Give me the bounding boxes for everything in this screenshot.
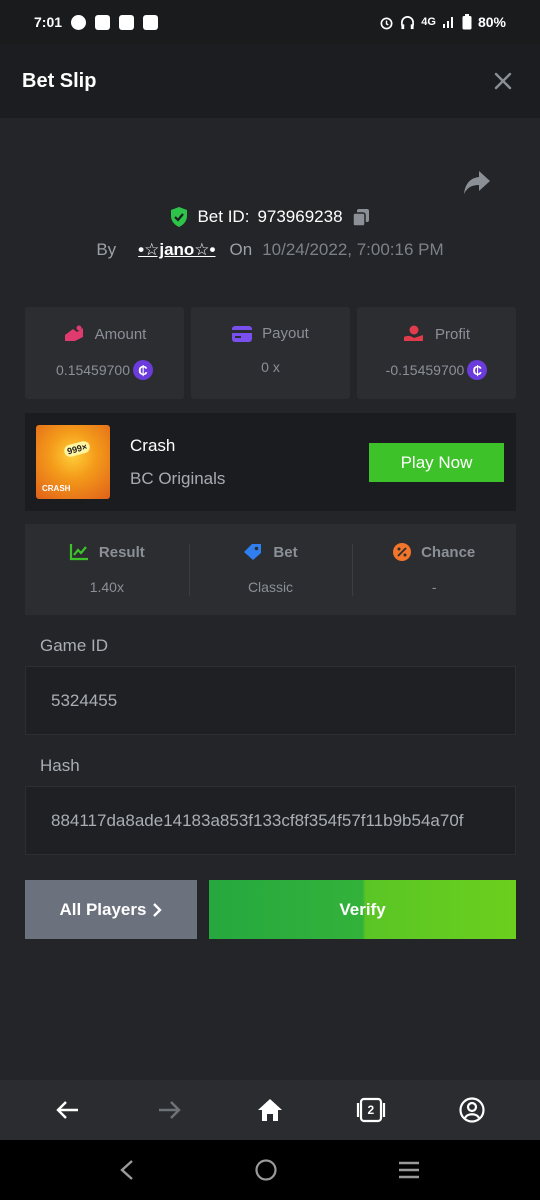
profit-card: Profit -0.15459700 ₵ [357, 307, 516, 399]
tab-count: 2 [367, 1103, 375, 1117]
coin-icon: ₵ [467, 360, 488, 380]
battery-level: 80% [477, 14, 506, 30]
back-button[interactable] [48, 1090, 88, 1130]
profit-value: -0.15459700 [385, 362, 465, 378]
home-icon [257, 1099, 282, 1121]
browser-toolbar: 2 [0, 1080, 540, 1140]
amount-icon [64, 325, 83, 341]
game-id-label: Game ID [40, 636, 109, 655]
page-title: Bet Slip [22, 69, 97, 92]
bet-value: Classic [247, 579, 294, 595]
user-link[interactable]: •☆jano☆• [138, 240, 215, 260]
battery-icon [462, 14, 472, 30]
bet-details: Result 1.40x Bet Classic Chance - [25, 524, 516, 615]
nav-back-icon[interactable] [119, 1159, 135, 1181]
mail-icon [143, 14, 159, 30]
arrow-left-icon [56, 1101, 79, 1119]
facebook-icon [119, 14, 135, 30]
crash-game-thumbnail[interactable]: 999× CRASH [36, 425, 110, 499]
tabs-button[interactable]: 2 [351, 1090, 391, 1130]
result-chart-icon [69, 544, 88, 561]
bet-tag-icon [244, 544, 262, 560]
bet-id-value: 973969238 [257, 207, 343, 226]
game-id-field[interactable]: 5324455 [25, 666, 516, 735]
close-button[interactable] [488, 66, 518, 96]
profile-button[interactable] [452, 1090, 492, 1130]
status-time: 7:01 [34, 14, 63, 30]
facebook-icon [95, 14, 111, 30]
chance-value: - [431, 579, 437, 595]
chat-icon [71, 14, 87, 30]
by-label: By [96, 240, 117, 259]
bet-owner-row: By •☆jano☆• On 10/24/2022, 7:00:16 PM [0, 240, 540, 260]
payout-card: Payout 0 x [191, 307, 350, 399]
headphones-icon [401, 15, 415, 29]
nav-home-icon[interactable] [254, 1158, 278, 1182]
play-now-button[interactable]: Play Now [369, 443, 504, 482]
payout-label: Payout [262, 325, 309, 342]
chance-column: Chance - [352, 524, 516, 615]
share-icon [464, 171, 490, 194]
coin-icon: ₵ [132, 360, 153, 380]
profit-label: Profit [434, 325, 470, 343]
on-label: On [229, 240, 253, 259]
amount-value: 0.15459700 [56, 362, 130, 378]
chevron-right-icon [153, 902, 163, 917]
chance-label: Chance [421, 543, 476, 561]
thumb-tag: CRASH [42, 484, 71, 493]
hash-field[interactable]: 884117da8ade14183a853f133cf8f354f57f11b9… [25, 786, 516, 855]
game-provider: BC Originals [130, 468, 226, 488]
forward-button[interactable] [149, 1090, 189, 1130]
bet-date: 10/24/2022, 7:00:16 PM [262, 240, 444, 259]
system-navigation [0, 1140, 540, 1200]
payout-icon [232, 325, 253, 342]
amount-label: Amount [94, 325, 147, 343]
status-bar: 7:01 4G 80% [0, 0, 540, 44]
game-card: 999× CRASH Crash BC Originals Play Now [25, 413, 516, 511]
result-column: Result 1.40x [25, 524, 189, 615]
share-button[interactable] [462, 168, 494, 198]
bet-id-label: Bet ID: [197, 207, 250, 226]
close-icon [494, 72, 512, 90]
home-button[interactable] [250, 1090, 290, 1130]
shield-check-icon [171, 207, 188, 227]
result-value: 1.40x [89, 579, 124, 595]
payout-value: 0 x [261, 359, 280, 375]
copy-icon[interactable] [351, 207, 371, 227]
game-name: Crash [130, 435, 176, 455]
bet-label: Bet [273, 543, 298, 561]
verify-button[interactable]: Verify [209, 880, 516, 939]
bet-slip-header: Bet Slip [0, 44, 540, 118]
bet-stats: Amount 0.15459700 ₵ Payout 0 x Profit -0… [25, 307, 516, 399]
arrow-right-icon [159, 1101, 181, 1119]
profile-icon [458, 1097, 485, 1123]
hash-label: Hash [40, 756, 80, 775]
signal-icon [442, 17, 453, 28]
result-label: Result [98, 543, 145, 561]
all-players-label: All Players [59, 899, 147, 919]
percent-icon [393, 543, 412, 561]
thumb-multiplier: 999× [62, 439, 92, 459]
nav-recents-icon[interactable] [397, 1160, 421, 1180]
alarm-icon [380, 16, 393, 29]
network-label: 4G [421, 16, 436, 28]
bet-id-row: Bet ID: 973969238 [0, 206, 540, 228]
bet-column: Bet Classic [188, 524, 353, 615]
all-players-button[interactable]: All Players [25, 880, 197, 939]
profit-icon [403, 325, 423, 341]
amount-card: Amount 0.15459700 ₵ [25, 307, 184, 399]
